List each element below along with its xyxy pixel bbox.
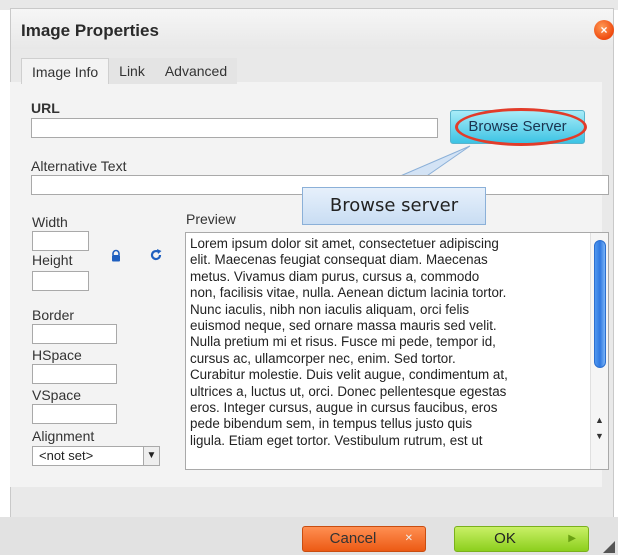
preview-box: Lorem ipsum dolor sit amet, consectetuer… [185, 232, 609, 470]
alignment-select[interactable]: <not set> ▼ [32, 446, 160, 466]
preview-line: elit. Maecenas feugiat consequat diam. M… [190, 252, 488, 268]
preview-line: eros. Integer cursus, augue in cursus fa… [190, 400, 498, 416]
chevron-down-icon[interactable]: ▼ [143, 447, 159, 465]
preview-line: non, facilisis vitae, nulla. Aenean dict… [190, 285, 507, 301]
preview-line: euismod neque, sed ornare massa mauris s… [190, 318, 497, 334]
height-label: Height [32, 252, 73, 268]
height-input[interactable] [32, 271, 89, 291]
preview-line: cursus ac, ullamcorper nec, enim. Sed to… [190, 350, 456, 366]
preview-scrollbar[interactable]: ▲ ▼ [590, 233, 608, 469]
cancel-button[interactable]: Cancel ✕ [302, 526, 426, 552]
preview-text: Lorem ipsum dolor sit amet, consectetuer… [190, 236, 586, 449]
preview-label: Preview [186, 211, 236, 227]
reset-size-icon[interactable] [149, 248, 163, 262]
preview-line: ligula. Etiam eget tortor. Vestibulum ru… [190, 432, 483, 448]
alignment-selected-value: <not set> [39, 448, 94, 463]
border-input[interactable] [32, 324, 117, 344]
preview-line: metus. Vivamus diam purus, cursus a, com… [190, 268, 480, 284]
close-icon: ✕ [404, 533, 413, 544]
hspace-label: HSpace [32, 347, 82, 363]
ok-button-label: OK [494, 530, 516, 547]
hspace-input[interactable] [32, 364, 117, 384]
border-label: Border [32, 307, 75, 323]
preview-line: pede bibendum sem, in tempus tellus just… [190, 416, 473, 432]
width-label: Width [32, 214, 68, 230]
lock-icon[interactable] [109, 249, 123, 263]
scroll-down-icon[interactable]: ▼ [595, 431, 604, 441]
browse-server-tooltip: Browse server [302, 187, 486, 225]
vspace-label: VSpace [32, 387, 82, 403]
preview-line: ultrices a, luctus ut, orci. Donec pelle… [190, 383, 507, 399]
preview-line: Nulla pretium mi et risus. Fusce mi pede… [190, 334, 496, 350]
cancel-button-label: Cancel [329, 530, 377, 547]
ok-button[interactable]: OK ▶ [454, 526, 589, 552]
preview-line: Curabitur molestie. Duis velit augue, co… [190, 367, 508, 383]
scroll-up-icon[interactable]: ▲ [595, 415, 604, 425]
width-input[interactable] [32, 231, 89, 251]
preview-line: Lorem ipsum dolor sit amet, consectetuer… [190, 236, 499, 251]
scrollbar-thumb[interactable] [594, 240, 606, 368]
alt-text-label: Alternative Text [31, 158, 127, 174]
vspace-input[interactable] [32, 404, 117, 424]
preview-line: Nunc iaculis, nibh non iaculis aliquam, … [190, 301, 470, 317]
resize-grip-icon[interactable] [603, 541, 615, 553]
play-arrow-icon: ▶ [568, 533, 576, 544]
alignment-label: Alignment [32, 428, 95, 444]
